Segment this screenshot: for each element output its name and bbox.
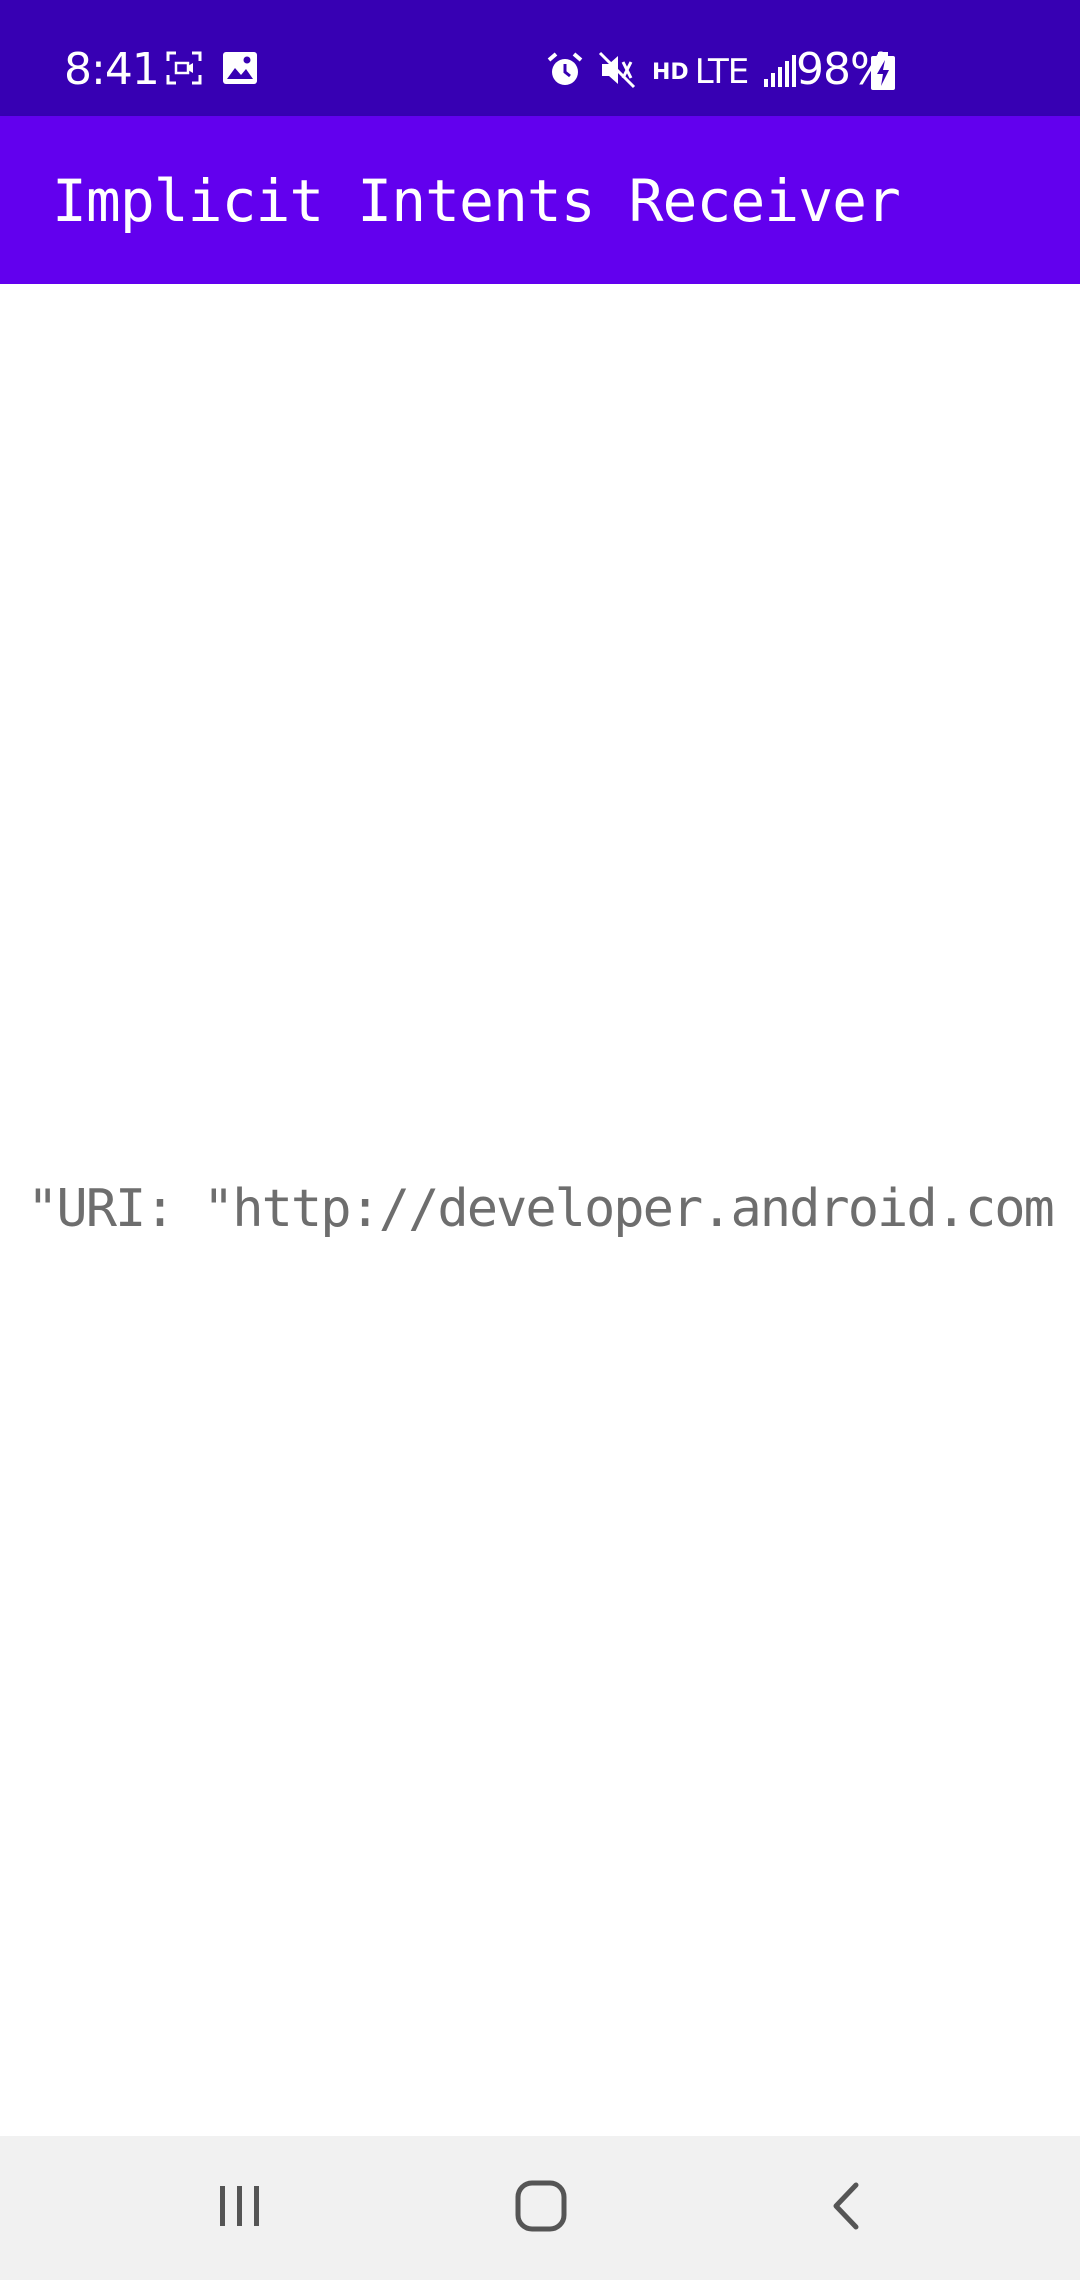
status-right-icons: HD LTE — [546, 44, 798, 100]
screen-record-icon — [166, 51, 202, 89]
app-bar: Implicit Intents Receiver — [0, 116, 1080, 284]
content-area: "URI: "http://developer.android.com — [0, 284, 1080, 2136]
hd-label: HD — [652, 59, 689, 85]
home-icon — [514, 2179, 568, 2237]
lte-label: LTE — [694, 52, 750, 92]
app-title: Implicit Intents Receiver — [52, 167, 901, 235]
battery-charging-icon — [870, 52, 896, 94]
back-button[interactable] — [806, 2176, 886, 2240]
alarm-icon — [546, 51, 584, 93]
status-time: 8:41 — [64, 44, 160, 95]
status-left-icons — [166, 50, 258, 90]
recent-apps-icon — [216, 2182, 264, 2234]
uri-text: "URI: "http://developer.android.com — [27, 1179, 1055, 1239]
navigation-bar — [0, 2136, 1080, 2280]
network-indicator: HD LTE — [652, 52, 750, 92]
home-button[interactable] — [501, 2176, 581, 2240]
mute-icon — [598, 51, 638, 93]
signal-icon — [762, 53, 798, 91]
status-bar: 8:41 HD LTE 98% — [0, 0, 1080, 116]
image-icon — [222, 51, 258, 89]
screen: 8:41 HD LTE 98% Implicit Intents Receive… — [0, 0, 1080, 2280]
back-icon — [826, 2181, 866, 2235]
recent-apps-button[interactable] — [200, 2176, 280, 2240]
